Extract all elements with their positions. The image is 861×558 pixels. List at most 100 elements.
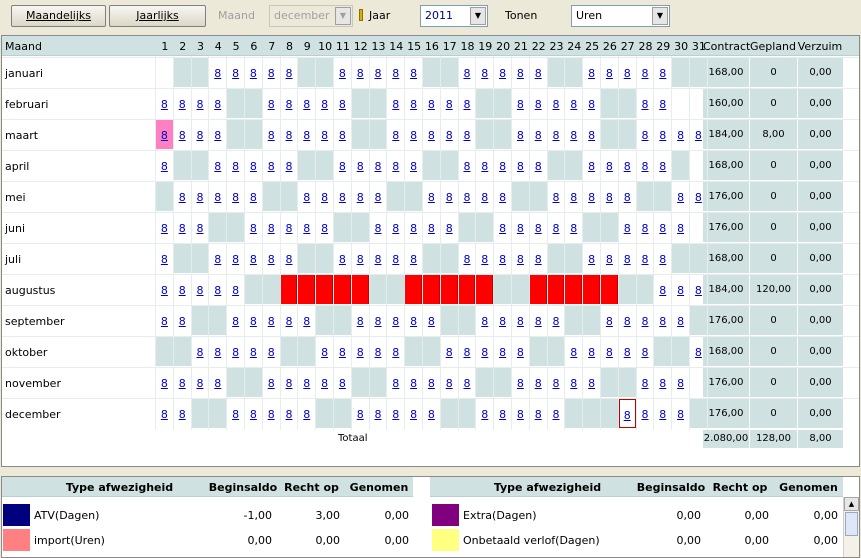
day-cell-weekend[interactable]: [565, 151, 583, 180]
day-cell[interactable]: 8: [565, 337, 582, 366]
day-cell[interactable]: 8: [209, 58, 226, 87]
day-hours-link[interactable]: 8: [209, 346, 226, 359]
day-cell[interactable]: 8: [334, 244, 351, 273]
day-cell[interactable]: 8: [281, 244, 298, 273]
day-cell[interactable]: 8: [619, 151, 636, 180]
day-cell-weekend[interactable]: [298, 151, 316, 180]
day-cell[interactable]: 8: [637, 244, 654, 273]
day-hours-link[interactable]: 8: [209, 377, 226, 390]
day-hours-link[interactable]: 8: [601, 253, 618, 266]
day-cell-planned-absence[interactable]: [458, 275, 476, 304]
day-hours-link[interactable]: 8: [512, 346, 529, 359]
day-hours-link[interactable]: 8: [334, 67, 351, 80]
day-hours-link[interactable]: 8: [423, 191, 440, 204]
day-cell[interactable]: 8: [672, 275, 689, 304]
day-cell[interactable]: 8: [298, 213, 315, 242]
day-hours-link[interactable]: 8: [637, 160, 654, 173]
day-cell-weekend[interactable]: [672, 151, 689, 180]
day-hours-link[interactable]: 8: [530, 253, 547, 266]
day-hours-link[interactable]: 8: [672, 284, 689, 297]
day-hours-link[interactable]: 8: [174, 191, 191, 204]
day-hours-link[interactable]: 8: [245, 222, 262, 235]
day-cell-planned-absence[interactable]: [547, 275, 565, 304]
day-cell[interactable]: 8: [476, 337, 493, 366]
day-cell[interactable]: 8: [298, 368, 315, 397]
day-cell-planned-absence[interactable]: [351, 275, 369, 304]
day-cell[interactable]: 8: [583, 368, 600, 397]
day-hours-link[interactable]: 8: [423, 408, 440, 421]
day-cell[interactable]: 8: [583, 58, 600, 87]
day-hours-link[interactable]: 8: [548, 129, 565, 142]
day-hours-link[interactable]: 8: [156, 315, 173, 328]
day-hours-link[interactable]: 8: [263, 408, 280, 421]
day-hours-link[interactable]: 8: [298, 98, 315, 111]
day-cell[interactable]: 8: [387, 368, 404, 397]
day-cell[interactable]: 8: [530, 120, 547, 149]
day-cell[interactable]: 8: [352, 182, 369, 211]
day-hours-link[interactable]: 8: [209, 98, 226, 111]
day-hours-link[interactable]: 8: [619, 253, 636, 266]
day-hours-link[interactable]: 8: [512, 67, 529, 80]
day-cell[interactable]: 8: [281, 399, 298, 428]
day-cell[interactable]: 8: [405, 244, 422, 273]
day-cell-planned-absence[interactable]: [476, 275, 494, 304]
day-cell[interactable]: 8: [565, 213, 582, 242]
day-cell-weekend[interactable]: [316, 151, 333, 180]
day-cell[interactable]: 8: [156, 151, 173, 180]
day-cell[interactable]: 8: [192, 213, 209, 242]
day-cell[interactable]: 8: [334, 182, 351, 211]
day-hours-link[interactable]: 8: [441, 129, 458, 142]
day-cell-planned-absence[interactable]: [565, 275, 583, 304]
day-cell-planned-absence[interactable]: [298, 275, 316, 304]
day-cell[interactable]: 8: [263, 151, 280, 180]
day-cell[interactable]: 8: [209, 337, 226, 366]
day-cell[interactable]: 8: [654, 306, 671, 335]
day-cell[interactable]: 8: [352, 306, 369, 335]
day-hours-link[interactable]: 8: [298, 408, 315, 421]
day-hours-link[interactable]: 8: [387, 408, 404, 421]
day-cell-weekend[interactable]: [316, 58, 333, 87]
day-hours-link[interactable]: 8: [583, 129, 600, 142]
day-cell-weekend[interactable]: [565, 399, 583, 428]
day-hours-link[interactable]: 8: [423, 129, 440, 142]
day-hours-link[interactable]: 8: [619, 191, 636, 204]
day-hours-link[interactable]: 8: [370, 315, 387, 328]
day-cell[interactable]: 8: [209, 151, 226, 180]
day-hours-link[interactable]: 8: [494, 408, 511, 421]
day-cell[interactable]: 8: [263, 120, 280, 149]
day-cell[interactable]: 8: [441, 368, 458, 397]
day-cell[interactable]: 8: [654, 244, 671, 273]
day-hours-link[interactable]: 8: [174, 222, 191, 235]
day-cell-weekend[interactable]: [369, 368, 387, 397]
day-hours-link[interactable]: 8: [387, 222, 404, 235]
day-hours-link[interactable]: 8: [601, 191, 618, 204]
day-hours-link[interactable]: 8: [423, 377, 440, 390]
day-cell-weekend[interactable]: [156, 337, 173, 366]
day-cell[interactable]: 8: [512, 213, 529, 242]
day-hours-link[interactable]: 8: [263, 377, 280, 390]
day-cell[interactable]: 8: [476, 182, 493, 211]
day-hours-link[interactable]: 8: [370, 191, 387, 204]
day-hours-link[interactable]: 8: [654, 315, 671, 328]
day-hours-link[interactable]: 8: [565, 129, 582, 142]
day-hours-link[interactable]: 8: [174, 98, 191, 111]
day-cell[interactable]: 8: [459, 337, 476, 366]
day-cell[interactable]: 8: [174, 213, 191, 242]
day-hours-link[interactable]: 8: [583, 98, 600, 111]
day-hours-link[interactable]: 8: [334, 129, 351, 142]
day-cell[interactable]: 8: [370, 244, 387, 273]
day-cell[interactable]: 8: [370, 58, 387, 87]
day-hours-link[interactable]: 8: [192, 284, 209, 297]
day-hours-link[interactable]: 8: [227, 253, 244, 266]
day-hours-link[interactable]: 8: [370, 346, 387, 359]
day-cell[interactable]: 8: [334, 58, 351, 87]
day-hours-link[interactable]: 8: [245, 191, 262, 204]
day-hours-link[interactable]: 8: [156, 98, 173, 111]
year-toggle-checkbox[interactable]: [359, 9, 363, 21]
day-hours-link[interactable]: 8: [174, 377, 191, 390]
day-cell[interactable]: 8: [387, 306, 404, 335]
day-cell-planned-absence[interactable]: [423, 275, 440, 304]
day-cell-weekend[interactable]: [583, 399, 600, 428]
day-cell[interactable]: 8: [619, 58, 636, 87]
day-hours-link[interactable]: 8: [583, 377, 600, 390]
